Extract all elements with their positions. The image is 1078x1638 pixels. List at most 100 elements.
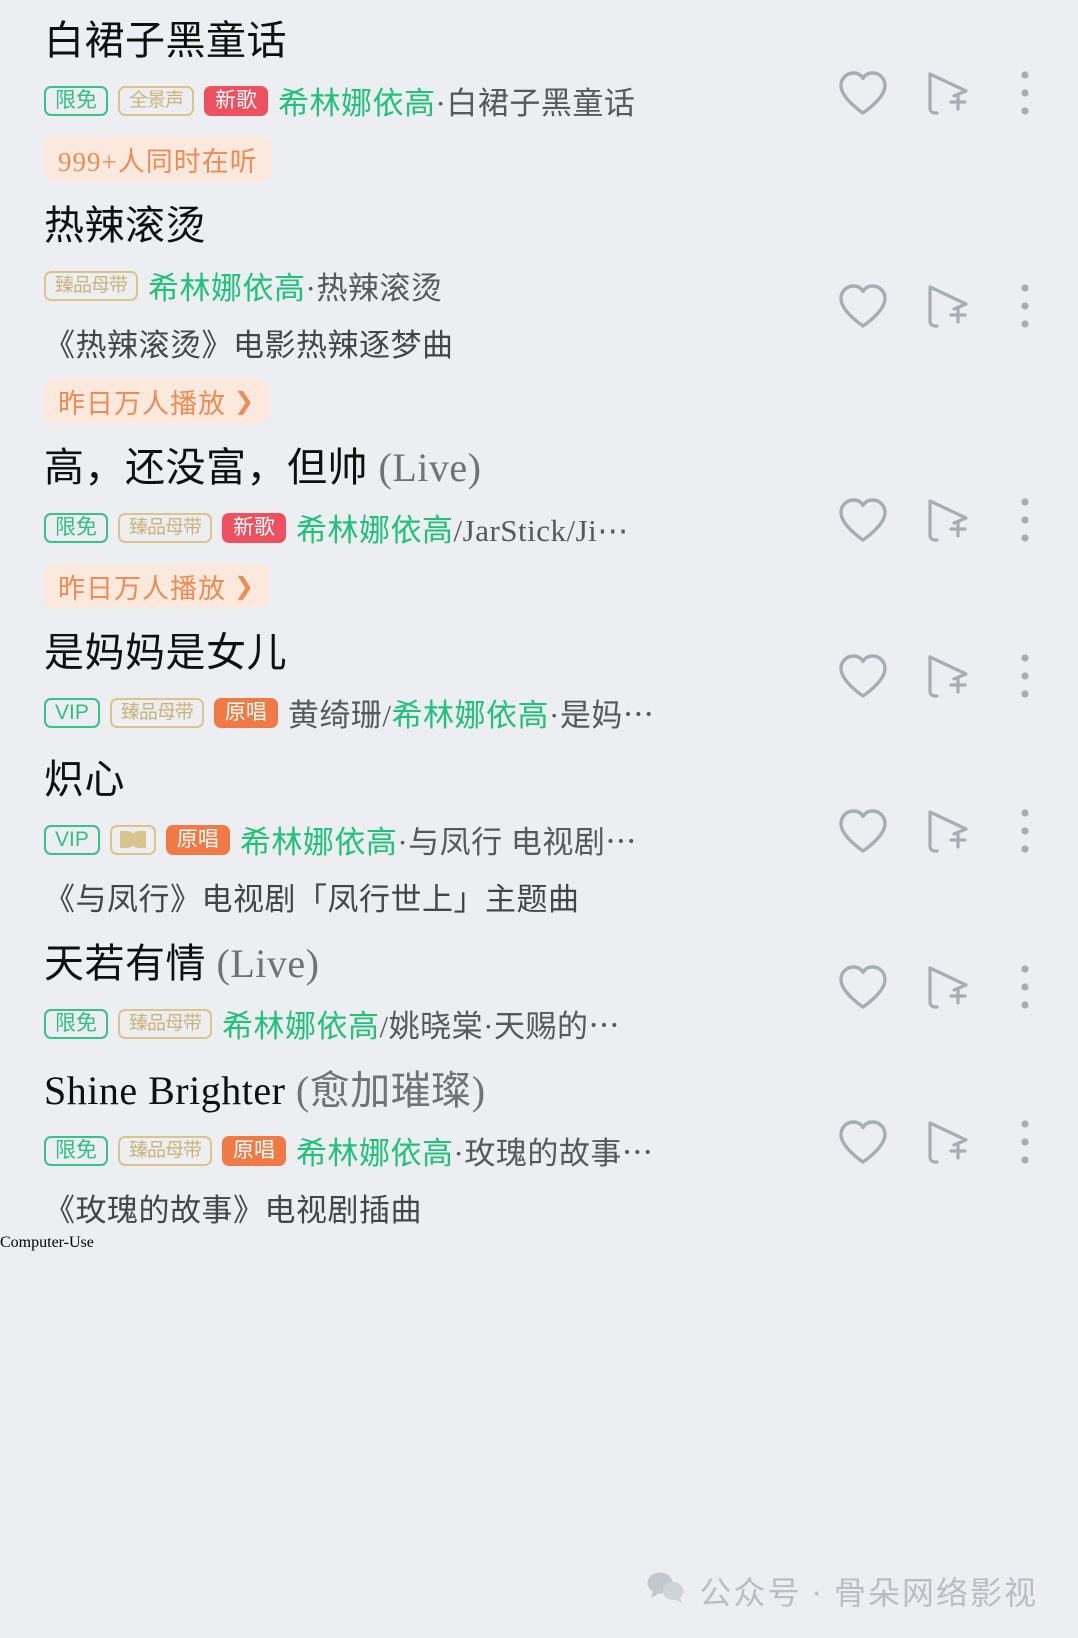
song-title: 高，还没富，但帅 (Live) [44, 443, 810, 493]
song-artist[interactable]: 希林娜依高/姚晓棠·天赐的⋯ [222, 1001, 620, 1046]
song-tag: 臻品母带 [44, 270, 139, 301]
song-tag: 限免 [44, 1135, 108, 1166]
add-to-playlist-button[interactable] [906, 281, 992, 331]
song-tag: 限免 [44, 85, 108, 116]
song-artist[interactable]: 希林娜依高/JarStick/Ji⋯ [296, 505, 629, 550]
song-info: 是妈妈是女儿 VIP 臻品母带 原唱 黄绮珊/希林娜依高·是妈⋯ [44, 612, 810, 739]
song-row[interactable]: 炽心 VIP 原唱 希林娜依高·与凤行 电视剧⋯ 《与凤行》电视剧「凤行世上」主题曲 [0, 739, 1078, 923]
artist-highlight: 希林娜依高 [391, 698, 549, 733]
artist-highlight: 希林娜依高 [239, 825, 398, 860]
song-artist[interactable]: 希林娜依高·与凤行 电视剧⋯ [240, 817, 637, 862]
more-options-button[interactable] [992, 806, 1058, 856]
more-options-button[interactable] [992, 962, 1058, 1012]
song-tag: 臻品母带 [118, 512, 213, 543]
song-title: 天若有情 (Live) [44, 939, 810, 989]
song-subtitle: 《热辣滚烫》电影热辣逐梦曲 [44, 328, 454, 363]
song-title-main: 天若有情 [44, 941, 206, 986]
song-subtitle: 《与凤行》电视剧「凤行世上」主题曲 [44, 882, 580, 917]
song-title-main: 炽心 [44, 757, 125, 802]
favorite-button[interactable] [820, 963, 906, 1011]
song-actions [820, 923, 1058, 1050]
song-badge[interactable]: 999+人同时在听 [44, 137, 272, 181]
song-actions [820, 427, 1058, 612]
song-tag: 臻品母带 [109, 697, 204, 728]
favorite-button[interactable] [820, 69, 906, 117]
song-badge-text: 昨日万人播放 [58, 573, 226, 604]
song-meta-line: 限免 臻品母带 希林娜依高/姚晓棠·天赐的⋯ [44, 1001, 810, 1046]
song-tag: 新歌 [204, 85, 269, 116]
song-info: 热辣滚烫臻品母带 希林娜依高·热辣滚烫《热辣滚烫》电影热辣逐梦曲昨日万人播放 ❯ [44, 185, 810, 427]
song-title-main: 高，还没富，但帅 [44, 445, 368, 490]
more-options-button[interactable] [992, 495, 1058, 545]
add-to-playlist-button[interactable] [906, 68, 992, 118]
add-to-playlist-button[interactable] [906, 806, 992, 856]
song-meta-line: 限免 臻品母带 原唱 希林娜依高·玫瑰的故事⋯ [44, 1128, 810, 1173]
song-info: Shine Brighter (愈加璀璨) 限免 臻品母带 原唱 希林娜依高·玫瑰的故事… [44, 1050, 810, 1234]
song-title-suffix: (Live) [206, 941, 320, 986]
dolby-atmos-icon [109, 824, 156, 855]
more-options-button[interactable] [992, 651, 1058, 701]
artist-rest: ·热辣滚烫 [305, 271, 443, 306]
song-artist[interactable]: 希林娜依高·白裙子黑童话 [278, 78, 635, 123]
song-meta-line: 限免 臻品母带 新歌 希林娜依高/JarStick/Ji⋯ [44, 505, 810, 550]
song-row[interactable]: 天若有情 (Live) 限免 臻品母带 希林娜依高/姚晓棠·天赐的⋯ [0, 923, 1078, 1050]
song-info: 白裙子黑童话 限免 全景声 新歌 希林娜依高·白裙子黑童话 999+人同时在听 [44, 0, 810, 185]
song-row[interactable]: 高，还没富，但帅 (Live) 限免 臻品母带 新歌 希林娜依高/JarStick/Ji… [0, 427, 1078, 612]
song-badge-text: 昨日万人播放 [58, 388, 226, 419]
song-meta-line: 臻品母带 希林娜依高·热辣滚烫 [44, 263, 810, 308]
song-tag: 限免 [44, 1008, 108, 1039]
song-artist[interactable]: 黄绮珊/希林娜依高·是妈⋯ [288, 690, 654, 735]
song-tag: VIP [44, 824, 100, 855]
artist-rest: ·玫瑰的故事⋯ [453, 1136, 654, 1171]
song-badge[interactable]: 昨日万人播放 ❯ [44, 564, 270, 608]
song-title-suffix: (愈加璀璨) [285, 1068, 486, 1113]
artist-rest: /JarStick/Ji⋯ [453, 513, 629, 548]
favorite-button[interactable] [820, 807, 906, 855]
song-artist[interactable]: 希林娜依高·玫瑰的故事⋯ [296, 1128, 653, 1173]
favorite-button[interactable] [820, 496, 906, 544]
favorite-button[interactable] [820, 282, 906, 330]
artist-rest: ·白裙子黑童话 [435, 86, 636, 121]
artist-rest: ·与凤行 电视剧⋯ [397, 825, 637, 860]
watermark-text: 公众号 · 骨朵网络影视 [699, 1575, 1038, 1611]
favorite-button[interactable] [820, 652, 906, 700]
add-to-playlist-button[interactable] [906, 495, 992, 545]
more-options-button[interactable] [992, 68, 1058, 118]
song-actions [820, 1050, 1058, 1234]
song-row[interactable]: 白裙子黑童话 限免 全景声 新歌 希林娜依高·白裙子黑童话 999+人同时在听 [0, 0, 1078, 185]
song-row[interactable]: Shine Brighter (愈加璀璨) 限免 臻品母带 原唱 希林娜依高·玫瑰的故事… [0, 1050, 1078, 1234]
artist-highlight: 希林娜依高 [278, 86, 436, 121]
song-meta-line: VIP 原唱 希林娜依高·与凤行 电视剧⋯ [44, 817, 810, 862]
song-title: Shine Brighter (愈加璀璨) [44, 1066, 810, 1116]
add-to-playlist-button[interactable] [906, 1117, 992, 1167]
song-actions [820, 612, 1058, 739]
add-to-playlist-button[interactable] [906, 651, 992, 701]
song-list: 白裙子黑童话 限免 全景声 新歌 希林娜依高·白裙子黑童话 999+人同时在听 热辣滚烫 臻品… [0, 0, 1078, 1234]
song-tag: 臻品母带 [118, 1135, 213, 1166]
add-to-playlist-button[interactable] [906, 962, 992, 1012]
favorite-button[interactable] [820, 1118, 906, 1166]
song-badge[interactable]: 昨日万人播放 ❯ [44, 379, 270, 423]
song-tag: 新歌 [222, 512, 287, 543]
song-title-main: Shine Brighter [44, 1068, 286, 1113]
artist-highlight: 希林娜依高 [222, 1009, 380, 1044]
artist-prefix: 黄绮珊/ [287, 698, 392, 733]
song-tag: 限免 [44, 512, 108, 543]
song-info: 炽心 VIP 原唱 希林娜依高·与凤行 电视剧⋯ 《与凤行》电视剧「凤行世上」主题曲 [44, 739, 810, 923]
song-subtitle: 《玫瑰的故事》电视剧插曲 [44, 1193, 422, 1228]
song-title-main: 白裙子黑童话 [44, 18, 287, 63]
song-artist[interactable]: 希林娜依高·热辣滚烫 [148, 263, 442, 308]
song-title: 是妈妈是女儿 [44, 628, 810, 678]
song-row[interactable]: 热辣滚烫臻品母带 希林娜依高·热辣滚烫《热辣滚烫》电影热辣逐梦曲昨日万人播放 ❯ [0, 185, 1078, 427]
song-actions [820, 739, 1058, 923]
more-options-button[interactable] [992, 1117, 1058, 1167]
song-tag: 原唱 [165, 824, 230, 855]
song-title-main: 热辣滚烫 [44, 203, 206, 248]
song-title: 白裙子黑童话 [44, 16, 810, 66]
song-row[interactable]: 是妈妈是女儿 VIP 臻品母带 原唱 黄绮珊/希林娜依高·是妈⋯ [0, 612, 1078, 739]
song-title-suffix: (Live) [368, 445, 482, 490]
wechat-icon [647, 1571, 685, 1611]
song-info: 天若有情 (Live) 限免 臻品母带 希林娜依高/姚晓棠·天赐的⋯ [44, 923, 810, 1050]
more-options-button[interactable] [992, 281, 1058, 331]
song-title: 炽心 [44, 755, 810, 805]
